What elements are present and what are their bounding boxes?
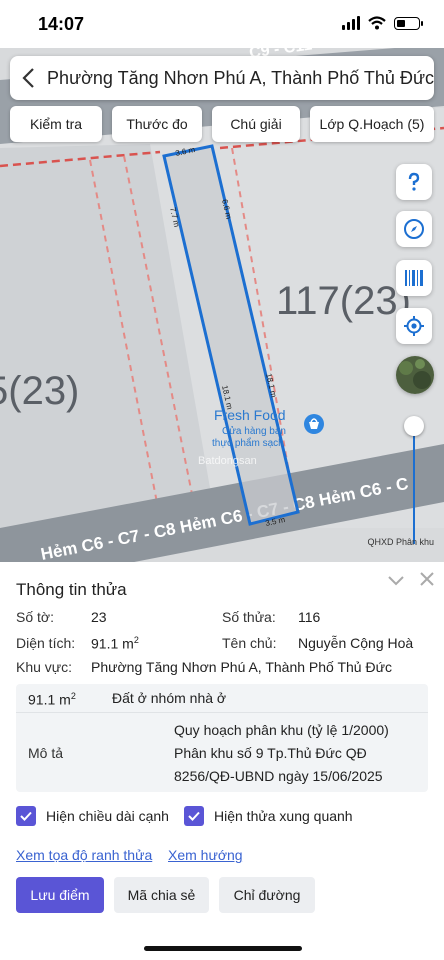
show-edge-lengths-toggle[interactable]: Hiện chiều dài cạnh	[16, 806, 169, 826]
show-neighbors-toggle[interactable]: Hiện thửa xung quanh	[184, 806, 353, 826]
show-neighbors-label: Hiện thửa xung quanh	[214, 808, 353, 824]
poi-sub2: thực phẩm sạch	[212, 437, 284, 449]
barcode-icon	[405, 270, 423, 286]
measure-button[interactable]: Thước đo	[112, 106, 202, 142]
mo-ta-line1: Quy hoạch phân khu (tỷ lệ 1/2000)	[174, 722, 389, 738]
locate-me-button[interactable]	[396, 308, 432, 344]
crosshair-icon	[404, 316, 424, 336]
parcel-info-panel: Thông tin thửa Số tờ: 23 Số thửa: 116 Di…	[0, 568, 444, 960]
wifi-icon	[368, 16, 386, 30]
question-icon	[408, 172, 420, 191]
opacity-slider-track[interactable]	[413, 436, 415, 544]
dien-tich-label: Diện tích:	[16, 635, 76, 651]
battery-icon	[394, 16, 423, 30]
planning-layers-button[interactable]: Lớp Q.Hoạch (5)	[310, 106, 434, 142]
khu-vuc-label: Khu vực:	[16, 659, 73, 675]
khu-vuc-value: Phường Tăng Nhơn Phú A, Thành Phố Thủ Đứ…	[91, 659, 392, 675]
zoning-land-type: Đất ở nhóm nhà ở	[112, 690, 227, 706]
collapse-button[interactable]	[388, 570, 404, 591]
page-title: Phường Tăng Nhơn Phú A, Thành Phố Thủ Đứ…	[47, 67, 434, 88]
barcode-button[interactable]	[396, 260, 432, 296]
status-time: 14:07	[38, 14, 85, 34]
legend-button[interactable]: Chú giải	[212, 106, 300, 142]
show-edge-lengths-label: Hiện chiều dài cạnh	[46, 808, 169, 824]
parcel-number-left: 5(23)	[0, 369, 79, 413]
divider	[16, 712, 428, 713]
checkbox-checked-icon[interactable]	[184, 806, 204, 826]
back-button[interactable]	[10, 56, 47, 100]
so-thua-label: Số thửa:	[222, 609, 276, 625]
ten-chu-value: Nguyễn Cộng Hoà	[298, 635, 414, 651]
dien-tich-value: 91.1 m2	[91, 635, 139, 652]
check-button[interactable]: Kiểm tra	[10, 106, 102, 142]
so-thua-value: 116	[298, 609, 321, 625]
parcel-number-large: 117(23)	[276, 279, 411, 323]
map-toolbar: Kiểm tra Thước đo Chú giải Lớp Q.Hoạch (…	[10, 106, 434, 142]
compass-icon	[404, 219, 424, 239]
view-direction-link[interactable]: Xem hướng	[168, 847, 243, 863]
satellite-layer-button[interactable]	[396, 356, 434, 394]
so-to-label: Số tờ:	[16, 609, 54, 625]
zoning-area: 91.1 m2	[28, 691, 76, 708]
share-code-button[interactable]: Mã chia sẻ	[114, 877, 209, 913]
chevron-left-icon	[21, 68, 34, 88]
save-point-button[interactable]: Lưu điểm	[16, 877, 104, 913]
poi-sub1: Cửa hàng bán	[222, 425, 286, 437]
status-bar: 14:07	[0, 0, 444, 48]
compass-button[interactable]	[396, 211, 432, 247]
close-button[interactable]	[420, 570, 434, 591]
panel-title: Thông tin thửa	[16, 580, 127, 599]
qhxd-layer-label: QHXD Phân khu	[367, 537, 434, 547]
close-icon	[420, 572, 434, 586]
view-boundary-coords-link[interactable]: Xem tọa độ ranh thửa	[16, 847, 152, 863]
poi-name: Fresh Food	[214, 407, 286, 423]
mo-ta-line2: Phân khu số 9 Tp.Thủ Đức QĐ	[174, 745, 367, 761]
home-indicator	[144, 946, 302, 951]
shopping-basket-icon[interactable]	[304, 414, 324, 434]
mo-ta-line3: 8256/QĐ-UBND ngày 15/06/2025	[174, 768, 383, 784]
zoning-description-box: 91.1 m2 Đất ở nhóm nhà ở Mô tả Quy hoạch…	[16, 684, 428, 792]
directions-button[interactable]: Chỉ đường	[219, 877, 315, 913]
status-icons	[342, 16, 423, 30]
cellular-signal-icon	[342, 16, 360, 30]
so-to-value: 23	[91, 609, 107, 625]
checkbox-checked-icon[interactable]	[16, 806, 36, 826]
opacity-slider-knob[interactable]	[404, 416, 424, 436]
help-button[interactable]	[396, 164, 432, 200]
watermark: Batdongsan	[198, 455, 257, 467]
header-bar: Phường Tăng Nhơn Phú A, Thành Phố Thủ Đứ…	[10, 56, 434, 100]
mo-ta-label: Mô tả	[28, 745, 64, 761]
satellite-thumbnail-icon	[396, 356, 434, 394]
ten-chu-label: Tên chủ:	[222, 635, 277, 651]
chevron-down-icon	[388, 576, 404, 586]
